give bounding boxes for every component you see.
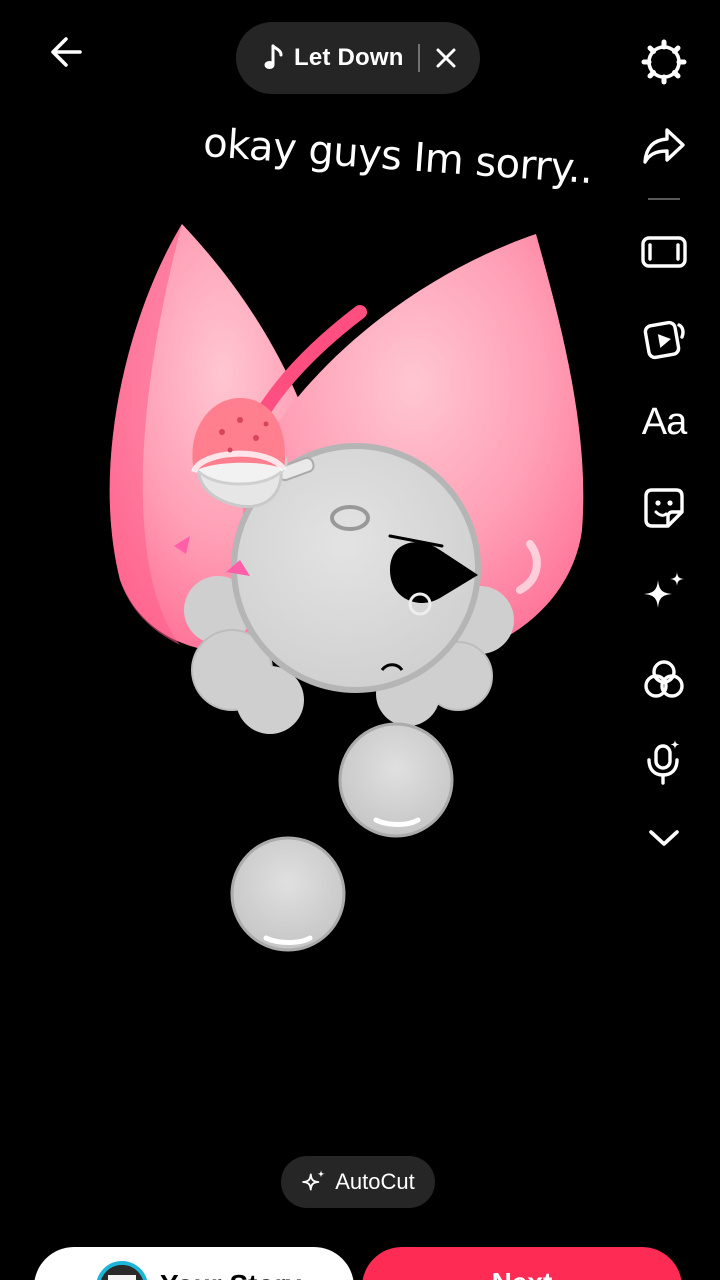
- sparkles-icon: [644, 572, 684, 608]
- sticker-icon: [644, 488, 684, 528]
- video-template-icon: [643, 320, 685, 360]
- text-tool-label: Aa: [641, 400, 687, 443]
- music-title: Let Down: [294, 44, 404, 71]
- stickers-button[interactable]: [624, 476, 704, 540]
- close-icon: [436, 48, 456, 68]
- music-note-icon: [264, 44, 286, 72]
- toolbar-divider: [648, 198, 680, 200]
- sparkles-icon: [302, 1170, 326, 1191]
- music-divider: [417, 44, 420, 72]
- next-label: Next: [492, 1267, 553, 1280]
- autocut-label: AutoCut: [335, 1169, 415, 1194]
- editor-canvas: Let Down okay guys Im sorry.. Aa AutoCut: [0, 0, 720, 1280]
- caption-text[interactable]: okay guys Im sorry..: [202, 120, 594, 193]
- your-story-label: Your Story: [160, 1269, 301, 1280]
- templates-button[interactable]: [624, 306, 704, 370]
- your-story-button[interactable]: Your Story: [34, 1247, 354, 1280]
- voice-effects-button[interactable]: [624, 730, 704, 794]
- chevron-down-icon: [649, 830, 679, 846]
- music-selector[interactable]: Let Down: [236, 22, 480, 94]
- filters-button[interactable]: [624, 648, 704, 712]
- character-artwork: [109, 224, 584, 952]
- aspect-ratio-icon: [641, 236, 687, 268]
- remove-music-button[interactable]: [426, 38, 466, 78]
- effects-button[interactable]: [624, 562, 704, 626]
- aspect-ratio-button[interactable]: [624, 220, 704, 284]
- arrow-left-icon: [51, 37, 82, 67]
- share-button[interactable]: [624, 114, 704, 178]
- autocut-button[interactable]: AutoCut: [281, 1156, 435, 1208]
- more-tools-button[interactable]: [624, 806, 704, 870]
- avatar: [96, 1261, 148, 1280]
- gear-icon: [641, 39, 687, 85]
- share-arrow-icon: [643, 128, 685, 164]
- text-button[interactable]: Aa: [624, 390, 704, 454]
- next-button[interactable]: Next: [362, 1247, 682, 1280]
- back-button[interactable]: [44, 30, 88, 74]
- settings-button[interactable]: [624, 30, 704, 94]
- voice-effect-icon: [647, 740, 680, 785]
- filters-icon: [644, 660, 684, 698]
